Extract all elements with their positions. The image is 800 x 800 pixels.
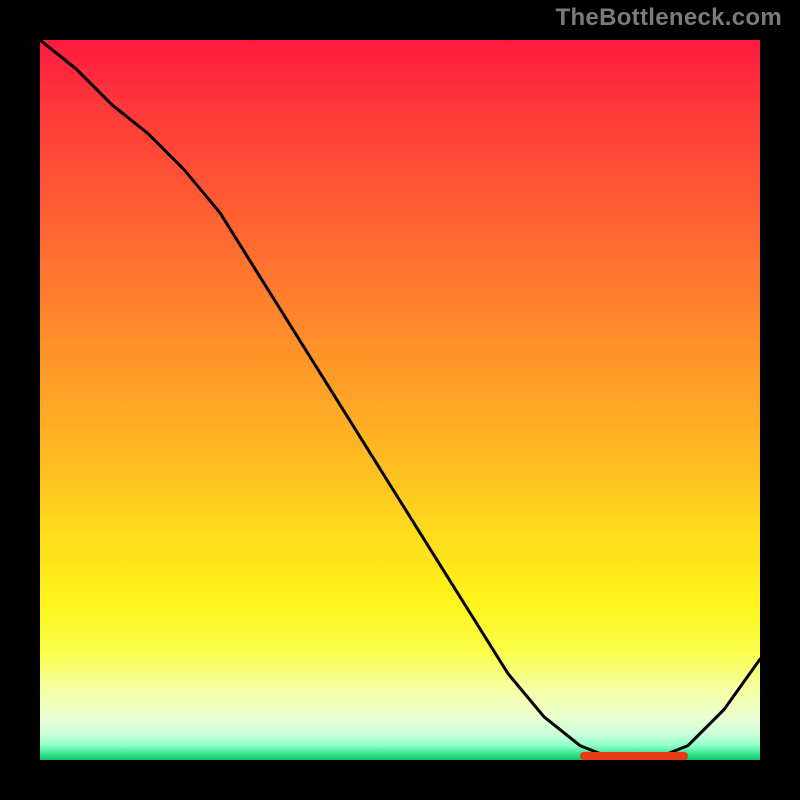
plot-frame bbox=[30, 30, 770, 770]
plot-gradient-area bbox=[40, 40, 760, 760]
watermark-text: TheBottleneck.com bbox=[556, 4, 782, 32]
curve-layer bbox=[40, 40, 760, 760]
chart-container: TheBottleneck.com bbox=[0, 0, 800, 800]
optimal-range-marker bbox=[580, 752, 688, 760]
bottleneck-curve bbox=[40, 40, 760, 760]
